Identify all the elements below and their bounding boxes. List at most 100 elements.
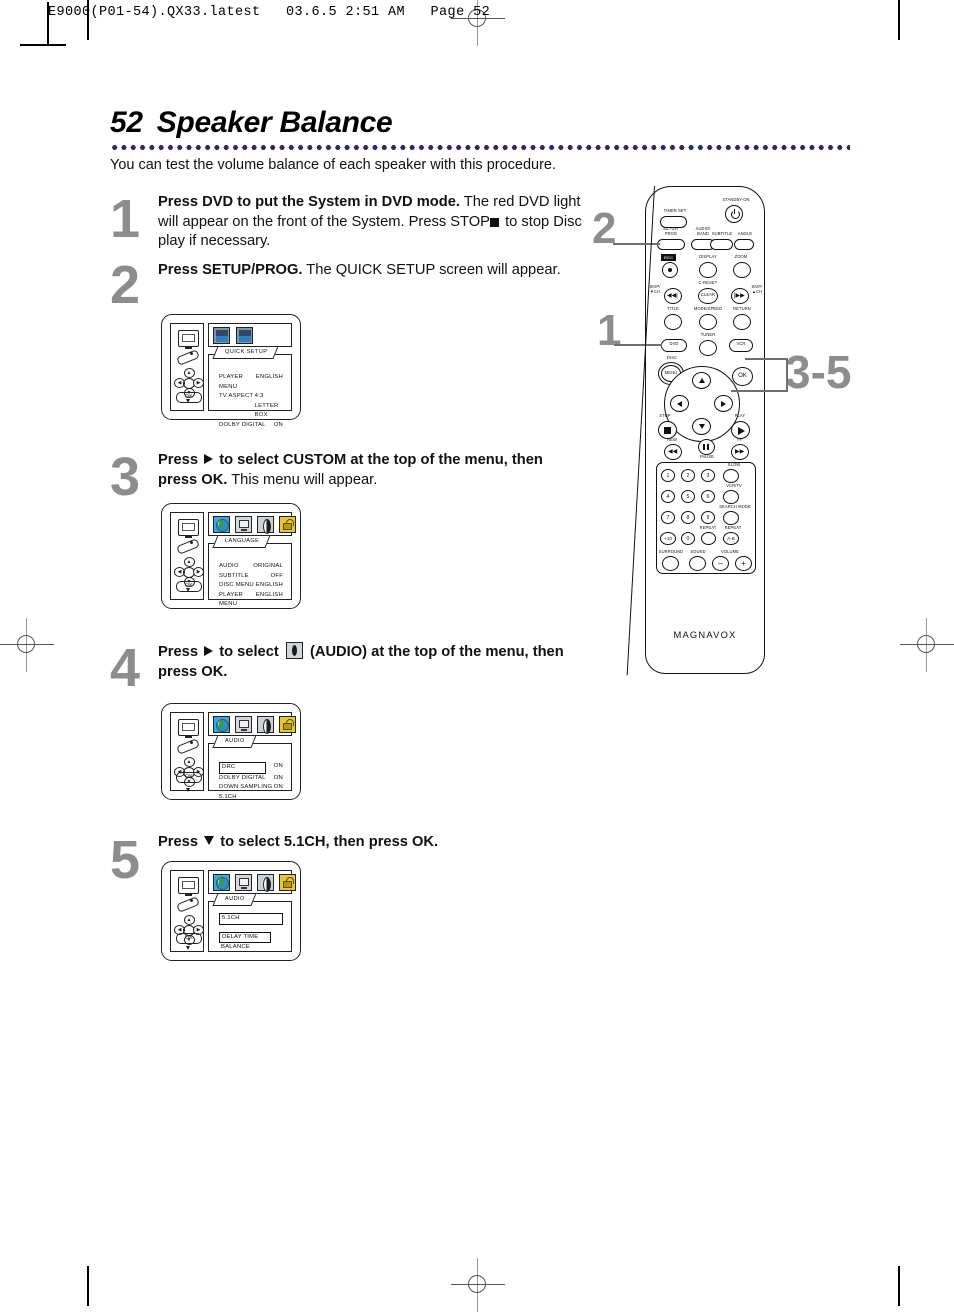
rec-label: REC <box>661 254 677 261</box>
row-key[interactable]: DRC <box>219 762 266 774</box>
osd-tab-label: LANGUAGE <box>225 538 260 544</box>
tuner-button[interactable] <box>699 340 717 356</box>
pause-button[interactable] <box>698 439 715 455</box>
tv-icon <box>178 330 199 349</box>
search-mode-button[interactable] <box>723 511 739 525</box>
row-value: ON <box>273 784 283 791</box>
repeat-ab-label: REPEAT <box>724 525 742 530</box>
page-number: 52 <box>110 106 143 139</box>
table-row: BALANCE <box>219 943 283 953</box>
key-4[interactable]: 4 <box>661 490 675 503</box>
key-5[interactable]: 5 <box>681 490 695 503</box>
lock-icon[interactable] <box>279 874 296 891</box>
row-key[interactable]: DELAY TIME <box>219 931 271 944</box>
volume-down-button[interactable]: – <box>712 556 729 571</box>
nav-down-button[interactable] <box>692 418 711 435</box>
repeat-label: REPEAT <box>699 525 717 530</box>
pause-icon <box>703 444 705 450</box>
table-row-selected: 5.1CH <box>219 913 283 925</box>
lock-icon[interactable] <box>279 516 296 533</box>
zoom-button[interactable] <box>733 262 751 278</box>
registration-mark-right <box>900 618 954 672</box>
play-icon <box>738 427 745 435</box>
table-row: DOLBY DIGITAL ON <box>219 421 283 431</box>
tv-icon[interactable] <box>235 874 252 891</box>
c-reset-label: C-RESET <box>698 280 718 285</box>
key-2[interactable]: 2 <box>681 469 695 482</box>
fast-forward-icon: ▶▶ <box>735 449 745 455</box>
audio-icon[interactable] <box>257 716 274 734</box>
display-button[interactable] <box>699 262 717 278</box>
key-8[interactable]: 8 <box>681 511 695 524</box>
disc-label: DISC <box>666 355 678 360</box>
repeat-button[interactable] <box>701 532 716 545</box>
return-button[interactable] <box>733 314 751 330</box>
volume-up-button[interactable]: + <box>735 556 752 571</box>
audio-icon[interactable] <box>257 874 274 892</box>
tv-icon[interactable] <box>235 516 252 533</box>
crop-mark-top-right-v <box>898 0 900 40</box>
key-7[interactable]: 7 <box>661 511 675 524</box>
right-triangle-icon <box>204 454 214 464</box>
step-5-bold-a: Press <box>158 834 203 850</box>
registration-mark-bottom <box>451 1258 505 1312</box>
row-value: ON <box>273 763 283 769</box>
small-blue-1-icon[interactable] <box>213 327 230 344</box>
skip-forward-icon: |▶▶ <box>734 293 745 299</box>
crop-mark-top-left-h <box>20 44 66 46</box>
table-row: DISC MENU ENGLISH <box>219 581 283 591</box>
nav-up-button[interactable] <box>692 372 711 389</box>
osd-icon-bar-language <box>208 512 296 536</box>
audio-icon <box>285 642 303 659</box>
osd-screen-audio-drc: ▲ ◀ ▶ ▼ OK AUDIO DRC ON DOLBY DIGITAL ON DOWN… <box>161 703 301 800</box>
tv-icon[interactable] <box>235 716 252 733</box>
row-key: PLAYER MENU <box>219 591 244 608</box>
globe-icon[interactable] <box>213 716 230 733</box>
row-value: 4:3 LETTER BOX <box>254 393 279 419</box>
mode-speed-button[interactable] <box>699 314 717 330</box>
osd-tab-language: LANGUAGE <box>212 535 271 548</box>
crop-mark-bottom-left-v <box>87 1266 89 1306</box>
sound-button[interactable] <box>689 556 706 571</box>
osd-screen-language: ▲ ◀ ▶ ▼ OK LANGUAGE AUDIO ORIGINAL SUBTITLE O… <box>161 503 301 609</box>
osd-sidebar: ▲ ◀ ▶ ▼ OK <box>170 870 204 952</box>
stop-square-icon <box>489 217 499 227</box>
step-text-2: Press SETUP/PROG. The QUICK SETUP screen… <box>158 261 583 281</box>
rec-dot-icon <box>668 268 672 272</box>
title-button[interactable] <box>664 314 682 330</box>
osd-screen-audio-51ch: ▲ ◀ ▶ ▼ OK AUDIO 5.1CH DELAY TIME BALANCE <box>161 861 301 961</box>
osd-ok-button: OK <box>176 772 202 783</box>
key-3[interactable]: 3 <box>701 469 715 482</box>
sound-label: SOUND <box>690 549 706 554</box>
nav-right-button[interactable] <box>714 395 733 412</box>
setup-prog-button[interactable] <box>657 239 685 250</box>
lock-icon[interactable] <box>279 716 296 733</box>
stop-icon <box>664 427 671 434</box>
nav-left-button[interactable] <box>670 395 689 412</box>
surround-button[interactable] <box>662 556 679 571</box>
vcr-tv-button[interactable] <box>723 490 739 504</box>
print-header: E9000(P01-54).QX33.latest 03.6.5 2:51 AM… <box>48 5 491 20</box>
repeat-ab-button[interactable]: A-B <box>723 532 739 545</box>
key-0[interactable]: 0 <box>681 532 695 545</box>
intro-text: You can test the volume balance of each … <box>110 157 557 173</box>
key-9[interactable]: 9 <box>701 511 715 524</box>
subtitle-button[interactable] <box>710 239 733 250</box>
globe-icon[interactable] <box>213 516 230 533</box>
osd-rows-audio-51ch: 5.1CH DELAY TIME BALANCE <box>219 913 283 953</box>
callout-3-5-leader-bottom <box>731 390 788 393</box>
angle-button[interactable] <box>734 239 754 250</box>
step-text-1: Press DVD to put the System in DVD mode.… <box>158 193 583 252</box>
key-6[interactable]: 6 <box>701 490 715 503</box>
row-key[interactable]: 5.1CH <box>219 913 283 925</box>
registration-mark-left <box>0 618 54 672</box>
slow-button[interactable] <box>723 469 739 483</box>
step-number-5: 5 <box>110 830 141 890</box>
small-blue-2-icon[interactable] <box>236 327 253 344</box>
osd-sidebar: ▲ ◀ ▶ ▼ OK <box>170 512 204 600</box>
key-plus10[interactable]: +10 <box>660 532 676 545</box>
key-1[interactable]: 1 <box>661 469 675 482</box>
globe-icon[interactable] <box>213 874 230 891</box>
audio-icon[interactable] <box>257 516 274 534</box>
skip-up-label: SKIP/▲CH <box>751 284 763 294</box>
